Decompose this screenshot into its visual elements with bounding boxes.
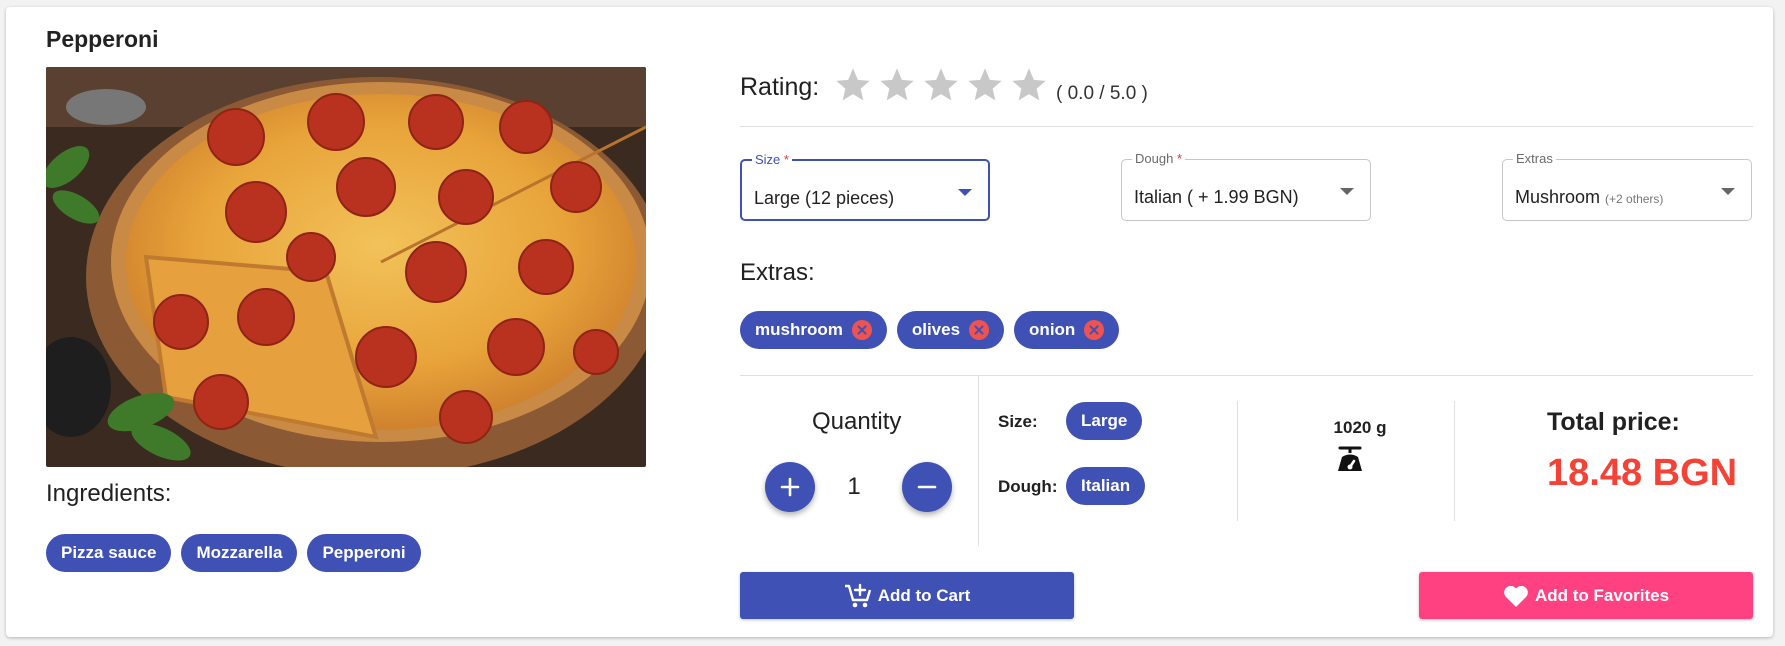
size-select-value: Large (12 pieces) (754, 188, 895, 208)
summary-size-chip: Large (1066, 402, 1143, 440)
decrease-quantity-button[interactable] (902, 462, 952, 512)
remove-chip-icon[interactable] (1084, 320, 1105, 340)
dropdown-arrow-icon (1340, 188, 1354, 195)
ingredient-chip: Pizza sauce (46, 534, 172, 572)
heart-icon (1504, 585, 1528, 607)
star-icon[interactable] (1009, 64, 1049, 106)
minus-icon (917, 485, 937, 489)
divider (740, 126, 1753, 127)
rating-stars[interactable] (833, 64, 1049, 106)
extra-chip: mushroom (740, 311, 887, 349)
product-title: Pepperoni (46, 26, 159, 52)
remove-chip-icon[interactable] (851, 320, 872, 340)
add-to-favorites-label: Add to Favorites (1534, 585, 1670, 605)
extras-chip-list: mushroom olives onion (740, 311, 1120, 349)
divider (978, 376, 979, 546)
summary-dough-chip: Italian (1066, 467, 1146, 505)
summary-size-label: Size: (998, 412, 1038, 431)
quantity-value: 1 (847, 473, 861, 500)
extras-select-label: Extras (1513, 151, 1556, 166)
ingredients-heading: Ingredients: (46, 480, 172, 507)
rating-value: ( 0.0 / 5.0 ) (1056, 83, 1148, 104)
pizza-image (46, 67, 646, 467)
star-icon[interactable] (833, 64, 873, 106)
dropdown-arrow-icon (958, 189, 972, 196)
dough-select-label: Dough * (1132, 151, 1185, 166)
dropdown-arrow-icon (1721, 188, 1735, 195)
plus-icon (780, 477, 800, 497)
add-to-favorites-button[interactable]: Add to Favorites (1419, 572, 1753, 619)
dough-select[interactable]: Dough * Italian ( + 1.99 BGN) (1121, 151, 1371, 221)
ingredient-chip: Mozzarella (181, 534, 298, 572)
extra-chip: onion (1014, 311, 1120, 349)
size-select[interactable]: Size * Large (12 pieces) (740, 152, 990, 221)
rating-label: Rating: (740, 73, 820, 101)
divider (740, 375, 1753, 376)
total-price-value: 18.48 BGN (1547, 452, 1738, 494)
star-icon[interactable] (921, 64, 961, 106)
add-to-cart-button[interactable]: Add to Cart (740, 572, 1074, 619)
star-icon[interactable] (877, 64, 917, 106)
scale-icon (1333, 440, 1367, 479)
ingredients-list: Pizza sauce Mozzarella Pepperoni (46, 534, 421, 572)
divider (1454, 401, 1455, 521)
remove-chip-icon[interactable] (969, 320, 990, 340)
star-icon[interactable] (965, 64, 1005, 106)
quantity-label: Quantity (812, 408, 902, 435)
total-price-label: Total price: (1547, 408, 1680, 436)
increase-quantity-button[interactable] (765, 462, 815, 512)
dough-select-value: Italian ( + 1.99 BGN) (1134, 187, 1299, 207)
weight-value: 1020 g (1333, 418, 1387, 437)
extras-select[interactable]: Extras Mushroom (+2 others) (1502, 151, 1752, 221)
ingredient-chip: Pepperoni (307, 534, 421, 572)
cart-add-icon (844, 583, 871, 607)
add-to-cart-label: Add to Cart (877, 585, 971, 605)
extra-chip: olives (896, 311, 1005, 349)
extras-heading: Extras: (740, 259, 815, 286)
summary-dough-label: Dough: (998, 477, 1058, 496)
extras-select-value: Mushroom (+2 others) (1515, 187, 1664, 207)
divider (1237, 401, 1238, 521)
size-select-label: Size * (752, 152, 792, 167)
